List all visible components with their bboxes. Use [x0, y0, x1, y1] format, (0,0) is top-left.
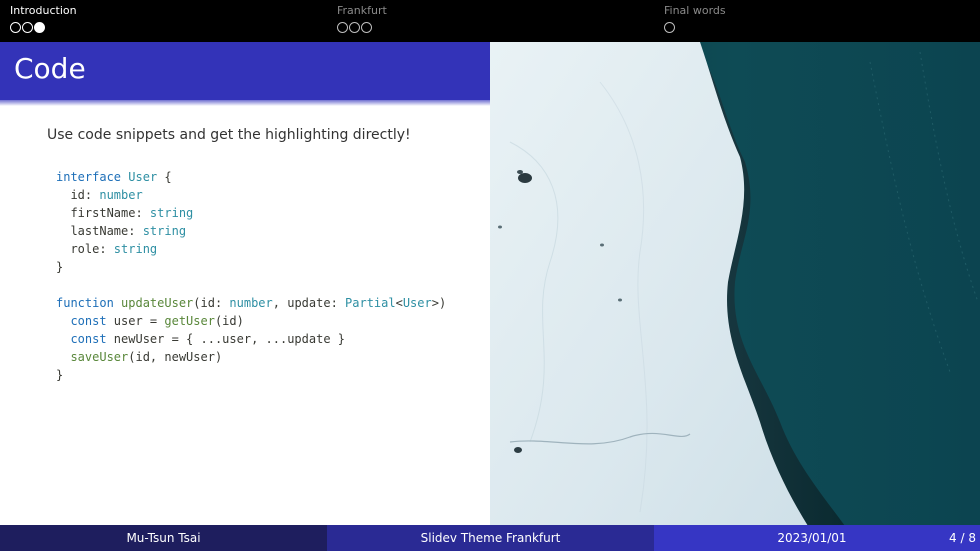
code-line: ​: [56, 276, 446, 294]
code-line: }: [56, 368, 64, 382]
nav-title-frankfurt[interactable]: Frankfurt: [337, 4, 387, 17]
code-line: const newUser = { ...user, ...update }: [70, 332, 345, 346]
slide-dot[interactable]: [664, 22, 675, 33]
slide-title: Code: [14, 52, 86, 85]
code-block: interface User { id: number firstName: s…: [56, 168, 446, 384]
code-line: }: [56, 260, 64, 274]
coastline-image: [490, 42, 980, 526]
slide-dot-current[interactable]: [34, 22, 45, 33]
code-line: const user = getUser(id): [70, 314, 244, 328]
slide-dots-introduction: [10, 22, 45, 33]
footer-theme: Slidev Theme Frankfurt: [327, 525, 654, 551]
nav-section-final-words[interactable]: Final words: [654, 0, 980, 42]
slide-dot[interactable]: [361, 22, 372, 33]
footer-date-and-page: 2023/01/01 4 / 8: [654, 525, 980, 551]
slide-dot[interactable]: [337, 22, 348, 33]
code-line: function updateUser(id: number, update: …: [56, 296, 447, 310]
code-line: lastName: string: [56, 224, 187, 238]
code-line: interface User {: [56, 170, 172, 184]
footer-author-text: Mu-Tsun Tsai: [126, 531, 201, 545]
slide-description: Use code snippets and get the highlighti…: [47, 127, 411, 143]
code-line: saveUser(id, newUser): [70, 350, 223, 364]
code-line: firstName: string: [56, 206, 194, 220]
slide-dot[interactable]: [22, 22, 33, 33]
title-bar-shadow: [0, 100, 490, 106]
slide-dot[interactable]: [10, 22, 21, 33]
nav-section-introduction[interactable]: Introduction: [0, 0, 327, 42]
page-number: 4 / 8: [949, 531, 976, 545]
nav-section-frankfurt[interactable]: Frankfurt: [327, 0, 654, 42]
slide-dots-frankfurt: [337, 22, 372, 33]
footer-theme-text: Slidev Theme Frankfurt: [420, 531, 561, 545]
footer-author: Mu-Tsun Tsai: [0, 525, 327, 551]
top-navigation: Introduction Frankfurt Final words: [0, 0, 980, 42]
slide-title-bar: Code: [0, 42, 490, 100]
code-line: id: number: [56, 188, 143, 202]
coastline-photo: [490, 42, 980, 526]
nav-title-introduction[interactable]: Introduction: [10, 4, 77, 17]
slide-dot[interactable]: [349, 22, 360, 33]
code-line: role: string: [56, 242, 158, 256]
footer-date: 2023/01/01: [777, 531, 847, 545]
nav-title-final-words[interactable]: Final words: [664, 4, 726, 17]
footer-bar: Mu-Tsun Tsai Slidev Theme Frankfurt 2023…: [0, 525, 980, 551]
slide-dots-final-words: [664, 22, 675, 33]
